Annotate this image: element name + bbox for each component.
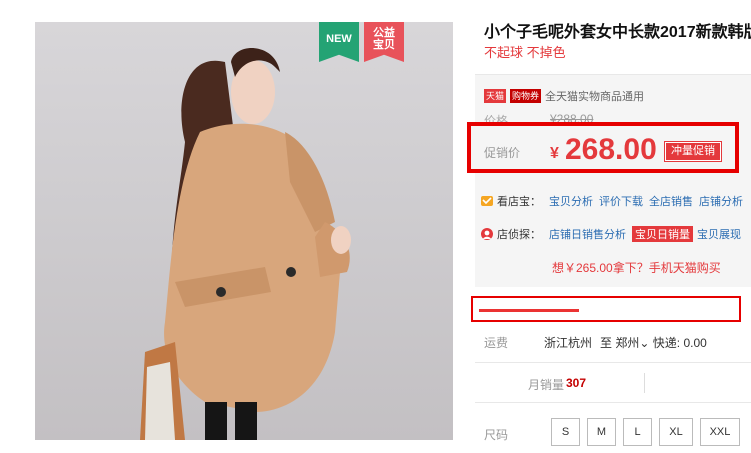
- dianzhentan-icon: [481, 228, 493, 240]
- size-option-m[interactable]: M: [587, 418, 616, 446]
- link-item-analysis[interactable]: 宝贝分析: [549, 193, 593, 209]
- mobile-offer-link[interactable]: 想￥265.00拿下？手机天猫购买: [552, 259, 721, 276]
- link-item-daily-volume[interactable]: 宝贝日销量: [632, 226, 693, 242]
- link-store-sales[interactable]: 全店销售: [649, 193, 693, 209]
- monthly-sales-value: 307: [566, 376, 587, 390]
- kandianbao-icon: [481, 196, 493, 206]
- size-option-xl[interactable]: XL: [659, 418, 693, 446]
- link-review-download[interactable]: 评价下载: [599, 193, 643, 209]
- dianzhentan-row: 店侦探： 店铺日销售分析 宝贝日销量 宝贝展现: [481, 226, 747, 242]
- size-label: 尺码: [484, 428, 509, 442]
- product-subtitle: 不起球 不掉色: [484, 45, 566, 60]
- monthly-sales-label: 月销量: [528, 378, 565, 392]
- product-image[interactable]: NEW 公益 宝贝: [35, 22, 453, 440]
- size-option-l[interactable]: L: [623, 418, 652, 446]
- promo-tag: 冲量促销: [664, 141, 722, 162]
- kandianbao-label: 看店宝：: [497, 196, 541, 208]
- price-panel: [475, 74, 751, 287]
- tmall-tag: 天猫: [484, 89, 507, 103]
- ship-from: 浙江杭州: [544, 336, 593, 350]
- ship-destination[interactable]: 至 郑州⌄ 快递: 0.00: [600, 334, 707, 351]
- dianzhentan-label: 店侦探：: [497, 229, 541, 241]
- shipping-label: 运费: [484, 336, 509, 350]
- coupon-tag[interactable]: 购物券: [510, 89, 542, 103]
- link-item-exposure[interactable]: 宝贝展现: [697, 226, 741, 242]
- size-option-s[interactable]: S: [551, 418, 580, 446]
- link-daily-sales[interactable]: 店铺日销售分析: [549, 226, 626, 242]
- divider-vertical: [644, 373, 645, 393]
- express-fee: 快递: 0.00: [652, 336, 707, 350]
- product-photo-illustration: [140, 48, 351, 440]
- product-title: 小个子毛呢外套女中长款2017新款韩版: [484, 24, 751, 41]
- coupon-text: 全天猫实物商品通用: [545, 91, 645, 103]
- size-option-xxl[interactable]: XXL: [700, 418, 740, 446]
- chevron-down-icon[interactable]: ⌄: [639, 336, 649, 350]
- divider: [475, 362, 751, 363]
- ship-to-label: 至: [600, 336, 613, 350]
- promo-price: 268.00: [565, 133, 657, 166]
- link-store-analysis[interactable]: 店铺分析: [699, 193, 743, 209]
- kandianbao-row: 看店宝： 宝贝分析 评价下载 全店销售 店铺分析: [481, 193, 749, 209]
- divider: [475, 402, 751, 403]
- highlight-bar-mark: [479, 309, 579, 312]
- currency-symbol: ¥: [550, 145, 559, 162]
- coupon-line: 天猫 购物券 全天猫实物商品通用: [484, 88, 644, 104]
- ship-to-city[interactable]: 郑州: [615, 336, 639, 350]
- highlight-bar: [471, 296, 741, 322]
- promo-price-label: 促销价: [484, 146, 521, 160]
